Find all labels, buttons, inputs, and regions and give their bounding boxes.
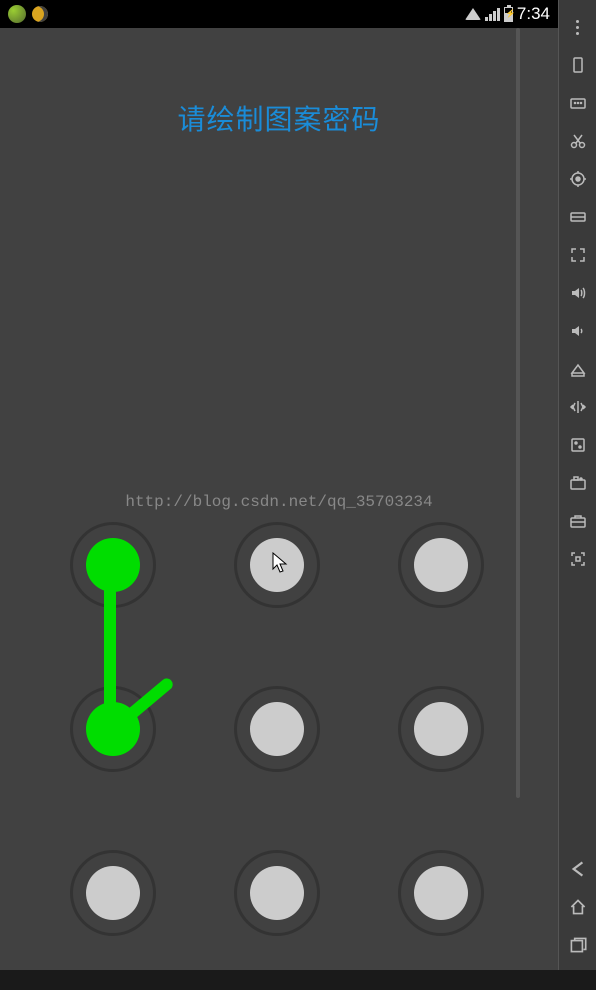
camera-button[interactable]	[559, 464, 596, 502]
status-clock: 7:34	[517, 4, 550, 24]
shake-icon	[568, 397, 588, 417]
signal-icon	[485, 7, 500, 21]
status-left	[8, 5, 48, 23]
apk-icon	[568, 359, 588, 379]
expand-icon	[568, 245, 588, 265]
touch-icon	[568, 435, 588, 455]
volume-up-button[interactable]	[559, 274, 596, 312]
location-button[interactable]	[559, 160, 596, 198]
mouse-cursor-icon	[272, 552, 290, 576]
volume-down-icon	[568, 321, 588, 341]
briefcase-button[interactable]	[559, 502, 596, 540]
keyboard-icon	[568, 93, 588, 113]
scan-icon	[568, 549, 588, 569]
scissors-icon	[568, 131, 588, 151]
back-icon	[567, 858, 589, 880]
pattern-dot-6[interactable]	[398, 686, 484, 772]
emulator-screen: 7:34 请绘制图案密码 http://blog.csdn.net/qq_357…	[0, 0, 558, 970]
android-status-bar: 7:34	[0, 0, 558, 28]
volume-down-button[interactable]	[559, 312, 596, 350]
touch-button[interactable]	[559, 426, 596, 464]
shake-button[interactable]	[559, 388, 596, 426]
target-icon	[568, 169, 588, 189]
cut-button[interactable]	[559, 122, 596, 160]
apk-button[interactable]	[559, 350, 596, 388]
recent-icon	[567, 934, 589, 956]
list-button[interactable]	[559, 198, 596, 236]
pattern-lock-grid[interactable]	[50, 500, 510, 990]
volume-up-icon	[568, 283, 588, 303]
fullscreen-button[interactable]	[559, 236, 596, 274]
nav-recent-button[interactable]	[559, 926, 596, 964]
pattern-dot-7[interactable]	[70, 850, 156, 936]
pattern-dot-3[interactable]	[398, 522, 484, 608]
more-button[interactable]	[559, 8, 596, 46]
keyboard-button[interactable]	[559, 84, 596, 122]
notification-app-icon	[8, 5, 26, 23]
list-icon	[568, 207, 588, 227]
briefcase-icon	[568, 511, 588, 531]
emulator-scrollbar[interactable]	[516, 28, 520, 798]
scan-button[interactable]	[559, 540, 596, 578]
notification-moon-icon	[32, 6, 48, 22]
camera-icon	[568, 473, 588, 493]
pattern-dot-8[interactable]	[234, 850, 320, 936]
pattern-prompt-title: 请绘制图案密码	[0, 28, 558, 138]
wifi-icon	[465, 8, 481, 20]
nav-home-button[interactable]	[559, 888, 596, 926]
rotate-icon	[568, 55, 588, 75]
more-icon	[576, 20, 579, 35]
pattern-dot-9[interactable]	[398, 850, 484, 936]
pattern-line	[104, 568, 116, 738]
lock-screen-content: 请绘制图案密码 http://blog.csdn.net/qq_35703234	[0, 28, 558, 970]
status-right: 7:34	[465, 4, 550, 24]
battery-charging-icon	[504, 7, 513, 22]
home-icon	[567, 896, 589, 918]
emulator-toolbar	[558, 0, 596, 970]
rotate-button[interactable]	[559, 46, 596, 84]
pattern-dot-5[interactable]	[234, 686, 320, 772]
nav-back-button[interactable]	[559, 850, 596, 888]
